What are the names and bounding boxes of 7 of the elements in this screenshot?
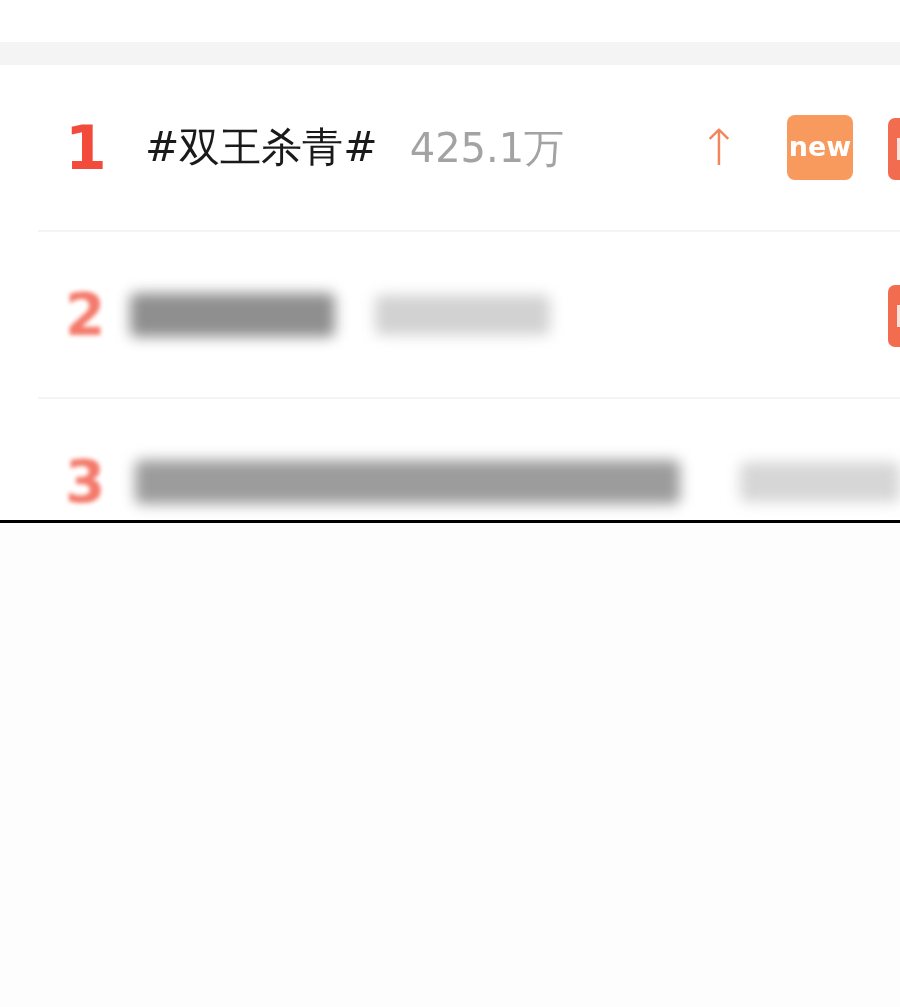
rank-number: 3: [65, 452, 107, 511]
topic-title[interactable]: #双王杀青#: [145, 127, 378, 168]
rank-number: 1: [65, 117, 108, 178]
rank-number: 2: [65, 285, 107, 344]
new-badge: new: [787, 115, 853, 180]
trend-arrow: ↑: [698, 122, 740, 173]
view-count: 425.1万: [409, 127, 565, 168]
